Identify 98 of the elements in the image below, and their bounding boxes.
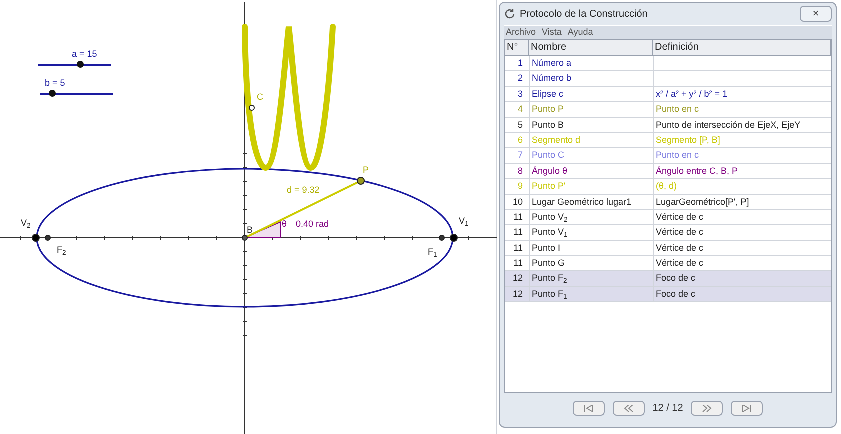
table-cell: 10 — [512, 196, 523, 207]
window-title: Protocolo de la Construcción — [520, 8, 649, 22]
menu-item[interactable]: Ayuda — [568, 26, 594, 40]
point-marker[interactable] — [249, 105, 255, 111]
table-cell: Vértice de c — [656, 258, 704, 268]
table-row[interactable]: 1 Número a — [505, 56, 831, 72]
table-row[interactable]: 7 Punto C Punto en c — [505, 148, 831, 164]
table-cell: 11 — [514, 242, 523, 253]
point-label: C — [257, 93, 264, 102]
point-label: B — [247, 226, 254, 235]
table-cell: Punto F$_{1}$ — [532, 288, 568, 299]
table-row[interactable]: 11 Punto G Vértice de c — [505, 256, 831, 272]
table-cell: (θ, d) — [656, 181, 678, 192]
point-label: V$_{1}$ — [459, 217, 469, 226]
point-marker[interactable] — [242, 235, 248, 241]
refresh-icon — [504, 8, 516, 20]
table-cell: Punto I — [532, 242, 561, 253]
table-cell: Punto en c — [656, 150, 700, 160]
table-row[interactable]: 8 Ángulo θ Ángulo entre C, B, P — [505, 164, 831, 180]
table-cell: Lugar Geométrico lugar1 — [532, 196, 632, 207]
last-icon — [742, 404, 752, 412]
slider-label: b = 5 — [45, 77, 66, 90]
column-header[interactable]: N° — [505, 40, 529, 55]
table-cell: 12 — [512, 273, 523, 284]
table-cell: 7 — [518, 150, 523, 160]
table-cell: Punto F$_{2}$ — [532, 273, 568, 284]
table-cell: Número b — [532, 73, 572, 84]
forward-icon — [702, 404, 712, 412]
table-cell: LugarGeométrico[P', P] — [656, 196, 750, 207]
table-row[interactable]: 11 Punto I Vértice de c — [505, 240, 831, 256]
table-cell: 9 — [518, 181, 523, 192]
table-cell: Ángulo entre C, B, P — [656, 166, 738, 176]
point-label: F$_{2}$ — [57, 246, 66, 255]
table-cell: 4 — [518, 104, 523, 114]
first-icon — [584, 404, 594, 412]
table-row[interactable]: 11 Punto V$_{1}$ Vértice de c — [505, 225, 831, 241]
table-cell: 11 — [514, 227, 523, 238]
table-cell: 11 — [514, 258, 523, 268]
table-row[interactable]: 12 Punto F$_{2}$ Foco de c — [505, 271, 831, 287]
table-row[interactable]: 5 Punto B Punto de intersección de EjeX, EjeY — [505, 118, 831, 133]
table-cell: Vértice de c — [656, 227, 704, 238]
table-cell: Número a — [532, 58, 572, 68]
menu-item[interactable]: Archivo — [506, 26, 536, 40]
table-cell: Vértice de c — [656, 212, 704, 222]
point-marker[interactable] — [450, 234, 458, 242]
table-cell: Foco de c — [656, 273, 696, 284]
previous-button[interactable] — [612, 400, 645, 416]
page-counter: 12 / 12 — [652, 402, 684, 416]
point-label: V$_{2}$ — [21, 219, 31, 228]
slider-thumb[interactable] — [77, 61, 84, 68]
table-cell: Punto B — [532, 120, 564, 130]
table-cell: Segmento [P, B] — [656, 134, 720, 145]
table-cell: Punto P' — [532, 181, 566, 192]
point-marker[interactable] — [45, 235, 51, 241]
first-button[interactable] — [572, 400, 605, 416]
close-button[interactable]: × — [800, 6, 832, 22]
point-label: F$_{1}$ — [428, 248, 438, 257]
column-header[interactable]: Definición — [653, 40, 831, 55]
slider-thumb[interactable] — [48, 90, 56, 97]
angle-label: θ — [282, 220, 288, 229]
point-label: P — [363, 166, 370, 175]
table-row[interactable]: 2 Número b — [505, 71, 831, 87]
angle-value: 0.40 rad — [296, 220, 330, 229]
slider-label: a = 15 — [72, 48, 98, 61]
table-cell: Vértice de c — [656, 242, 704, 253]
next-button[interactable] — [691, 400, 724, 416]
table-cell: Punto P — [532, 104, 564, 114]
length-label: d = 9.32 — [287, 186, 320, 195]
table-cell: Foco de c — [656, 288, 696, 299]
table-cell: 12 — [512, 288, 523, 299]
table-cell: 6 — [518, 134, 523, 145]
point-marker[interactable] — [32, 234, 40, 242]
table-row[interactable]: 3 Elipse c x² / a² + y² / b² = 1 — [505, 86, 831, 102]
point-marker[interactable] — [357, 177, 365, 185]
table-cell: Punto de intersección de EjeX, EjeY — [656, 120, 801, 130]
table-cell: Segmento d — [532, 134, 581, 145]
table-cell: Punto V$_{1}$ — [532, 227, 568, 238]
column-header[interactable]: Nombre — [529, 40, 653, 55]
table-row[interactable]: 11 Punto V$_{2}$ Vértice de c — [505, 210, 831, 226]
table-cell: Punto C — [532, 150, 565, 160]
table-cell: 1 — [518, 58, 523, 68]
table-cell: Elipse c — [532, 88, 564, 99]
table-cell: Ángulo θ — [532, 166, 568, 176]
table-cell: 2 — [518, 73, 523, 84]
table-cell: 3 — [518, 88, 523, 99]
menu-item[interactable]: Vista — [542, 26, 562, 40]
table-cell: 11 — [514, 212, 523, 222]
table-row[interactable]: 12 Punto F$_{1}$ Foco de c — [505, 286, 831, 302]
table-cell: 5 — [518, 120, 523, 130]
table-cell: Punto V$_{2}$ — [532, 212, 568, 222]
table-cell: Punto en c — [656, 104, 700, 114]
point-marker[interactable] — [439, 235, 445, 241]
table-row[interactable]: 10 Lugar Geométrico lugar1 LugarGeométrico[P', P] — [505, 194, 831, 210]
table-cell: x² / a² + y² / b² = 1 — [656, 88, 728, 99]
rewind-icon — [624, 404, 634, 412]
last-button[interactable] — [731, 400, 764, 416]
table-cell: 8 — [518, 166, 523, 176]
table-cell: Punto G — [532, 258, 566, 268]
